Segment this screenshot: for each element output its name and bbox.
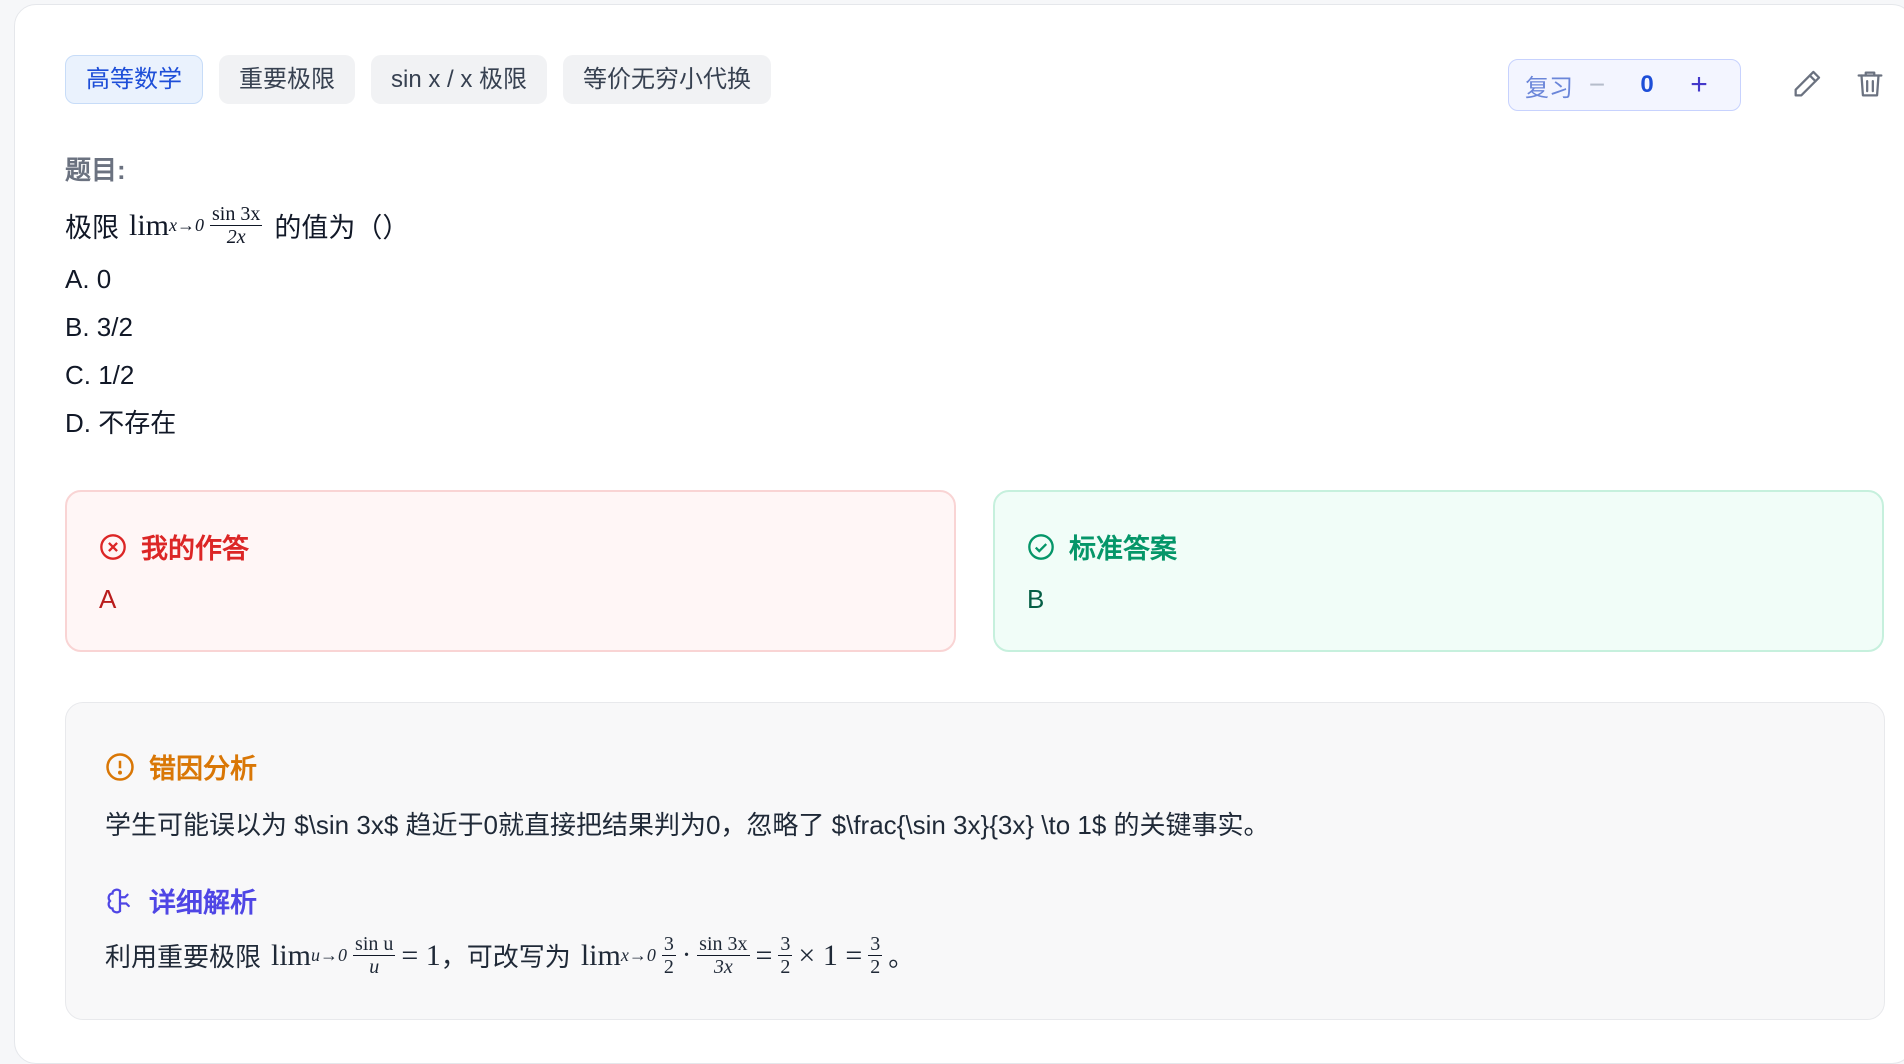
detailed-analysis-title: 详细解析: [149, 888, 257, 918]
option-b: B. 3/2: [65, 312, 133, 342]
tag-important-limit[interactable]: 重要极限: [219, 55, 355, 104]
detail-frac-2: 3 2: [661, 933, 676, 978]
tag-sinx-over-x[interactable]: sin x / x 极限: [371, 55, 548, 104]
alert-circle-icon: [106, 752, 134, 781]
detail-frac-5: 3 2: [868, 933, 883, 978]
detail-middle: ，可改写为: [440, 942, 571, 972]
my-answer-header: 我的作答: [99, 527, 249, 566]
detail-frac-4-num: 3: [778, 933, 793, 956]
detail-lim-2: lim: [580, 938, 621, 972]
standard-answer-value: B: [1027, 584, 1045, 614]
detail-eq-1: = 1: [401, 938, 441, 972]
error-analysis-title: 错因分析: [149, 754, 257, 784]
lim-subscript: x→0: [169, 215, 205, 235]
detailed-analysis-header: 详细解析: [105, 881, 257, 920]
my-answer-panel: 我的作答 A: [65, 490, 956, 652]
option-a: A. 0: [65, 264, 112, 294]
detail-frac-2-den: 2: [663, 956, 674, 978]
question-label: 题目:: [65, 155, 126, 185]
review-decrement-button[interactable]: −: [1577, 69, 1617, 101]
detail-frac-5-den: 2: [870, 956, 881, 978]
tag-list: 高等数学 重要极限 sin x / x 极限 等价无穷小代换: [65, 55, 772, 104]
my-answer-value: A: [99, 584, 117, 614]
stem-prefix: 极限: [65, 213, 119, 243]
review-count: 0: [1640, 71, 1654, 98]
detail-eq-2: =: [755, 938, 773, 972]
fraction-numerator: sin 3x: [210, 203, 263, 226]
review-label: 复习: [1525, 74, 1573, 102]
detail-times: × 1 =: [798, 938, 863, 972]
detail-lim-2-sub: x→0: [620, 945, 656, 965]
tag-equivalent-infinitesimal[interactable]: 等价无穷小代换: [563, 55, 772, 104]
option-d: D. 不存在: [65, 408, 177, 438]
detail-frac-1-den: u: [369, 956, 380, 978]
fraction-denominator: 2x: [226, 226, 246, 248]
question-card: 高等数学 重要极限 sin x / x 极限 等价无穷小代换 复习 − 0 + …: [14, 4, 1904, 1064]
detail-end: 。: [888, 942, 915, 972]
detail-frac-3: sin 3x 3x: [697, 933, 750, 978]
detail-frac-4-den: 2: [780, 956, 791, 978]
question-stem: 极限 lim x→0 sin 3x 2x 的值为（）: [65, 203, 409, 248]
standard-answer-title: 标准答案: [1069, 534, 1177, 564]
detail-frac-4: 3 2: [778, 933, 793, 978]
tag-subject[interactable]: 高等数学: [65, 55, 203, 104]
lim-symbol: lim: [129, 208, 170, 242]
standard-answer-panel: 标准答案 B: [993, 490, 1884, 652]
standard-answer-header: 标准答案: [1027, 527, 1177, 566]
detail-frac-2-num: 3: [661, 933, 676, 956]
detail-frac-3-den: 3x: [713, 956, 733, 978]
x-circle-icon: [100, 533, 126, 560]
brain-icon: [107, 888, 130, 913]
detailed-analysis-text: 利用重要极限 lim u→0 sin u u = 1 ，可改写为 lim x→0…: [105, 933, 914, 978]
pencil-icon[interactable]: [1790, 67, 1824, 101]
detail-frac-5-num: 3: [868, 933, 883, 956]
detail-prefix: 利用重要极限: [105, 942, 262, 972]
option-c: C. 1/2: [65, 360, 135, 390]
error-analysis-header: 错因分析: [105, 747, 257, 786]
detail-dot: ·: [681, 939, 692, 971]
stem-suffix: 的值为（）: [274, 213, 410, 243]
detail-lim-1-sub: u→0: [311, 945, 348, 965]
detail-frac-1: sin u u: [353, 933, 396, 978]
review-counter: 复习 − 0 +: [1508, 59, 1741, 111]
option-list: A. 0 B. 3/2 C. 1/2 D. 不存在: [65, 255, 176, 447]
detail-frac-3-num: sin 3x: [697, 933, 750, 956]
my-answer-title: 我的作答: [141, 534, 249, 564]
stem-fraction: sin 3x 2x: [210, 203, 263, 248]
detail-lim-1: lim: [271, 938, 312, 972]
error-analysis-text: 学生可能误以为 $\sin 3x$ 趋近于0就直接把结果判为0，忽略了 $\fr…: [105, 810, 1270, 840]
trash-icon[interactable]: [1853, 67, 1887, 101]
detail-frac-1-num: sin u: [353, 933, 396, 956]
review-increment-button[interactable]: +: [1677, 68, 1721, 102]
check-circle-icon: [1028, 533, 1054, 560]
